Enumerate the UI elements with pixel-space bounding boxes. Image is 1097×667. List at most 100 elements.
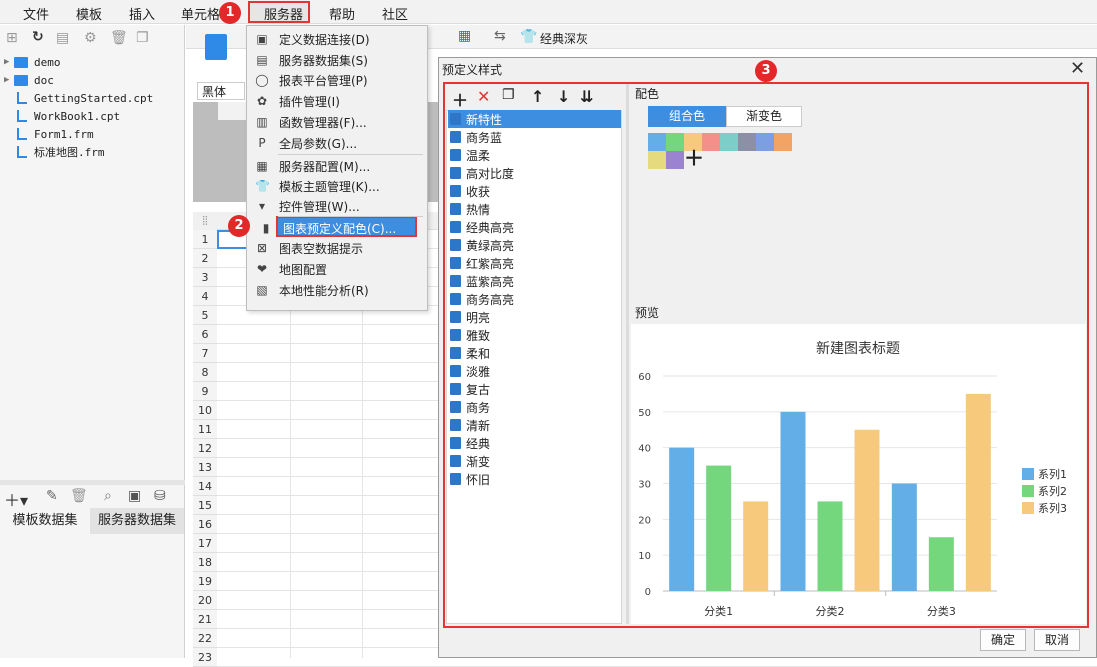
style-list-item[interactable]: 商务蓝 <box>448 128 621 146</box>
row-header[interactable]: 14 <box>193 477 217 496</box>
menu-community[interactable]: 社区 <box>382 4 408 23</box>
add-style-icon[interactable]: ＋ <box>452 87 468 111</box>
row-header[interactable]: 19 <box>193 572 217 591</box>
row-header[interactable]: 2 <box>193 249 217 268</box>
color-swatch[interactable] <box>738 133 756 151</box>
theme-label[interactable]: 经典深灰 <box>540 30 588 47</box>
splitter[interactable] <box>0 480 185 485</box>
row-header[interactable]: 5 <box>193 306 217 325</box>
server-menu-item[interactable]: ▥ 函数管理器(F)... <box>246 112 426 132</box>
copy-icon[interactable]: ❐ <box>136 30 149 46</box>
row-header[interactable]: 8 <box>193 363 217 382</box>
server-menu-item[interactable]: ⊠ 图表空数据提示 <box>246 238 426 258</box>
color-swatch[interactable] <box>648 151 666 169</box>
tree-folder[interactable]: ▶ demo <box>4 53 61 71</box>
tree-file[interactable]: WorkBook1.cpt <box>4 107 120 125</box>
pane-divider[interactable] <box>626 84 629 624</box>
row-header[interactable]: 11 <box>193 420 217 439</box>
remove-style-icon[interactable]: ✕ <box>477 87 490 106</box>
color-swatch[interactable] <box>756 133 774 151</box>
style-list-item[interactable]: 雅致 <box>448 326 621 344</box>
server-menu-item[interactable]: ▣ 定义数据连接(D) <box>246 29 426 49</box>
font-select[interactable]: 黑体 <box>197 82 245 100</box>
swap-icon[interactable]: ⇆ <box>494 28 506 44</box>
add-color-icon[interactable]: ＋ <box>684 148 704 168</box>
style-list-item[interactable]: 明亮 <box>448 308 621 326</box>
copy-style-icon[interactable]: ❐ <box>502 87 515 103</box>
row-header[interactable]: 7 <box>193 344 217 363</box>
format-icon[interactable]: ▦ <box>458 28 471 44</box>
style-list-item[interactable]: 蓝紫高亮 <box>448 272 621 290</box>
menu-insert[interactable]: 插入 <box>129 4 155 23</box>
expand-arrow-icon[interactable]: ▶ <box>4 75 14 85</box>
move-up-icon[interactable]: ↑ <box>531 87 544 106</box>
style-list-item[interactable]: 经典高亮 <box>448 218 621 236</box>
tree-folder[interactable]: ▶ doc <box>4 71 54 89</box>
menu-server[interactable]: 服务器 <box>264 4 303 23</box>
server-menu-item[interactable]: ✿ 插件管理(I) <box>246 91 426 111</box>
row-header[interactable]: 1 <box>193 230 217 249</box>
server-menu-item[interactable]: ▮ 图表预定义配色(C)... <box>250 218 430 238</box>
tree-file[interactable]: Form1.frm <box>4 125 94 143</box>
style-list-item[interactable]: 柔和 <box>448 344 621 362</box>
ok-button[interactable]: 确定 <box>980 629 1026 651</box>
close-icon[interactable]: ✕ <box>1070 58 1085 79</box>
move-down-icon[interactable]: ↓ <box>557 87 570 106</box>
color-swatch[interactable] <box>774 133 792 151</box>
trash-icon[interactable]: 🗑 <box>70 488 88 504</box>
server-menu-item[interactable]: ❤ 地图配置 <box>246 259 426 279</box>
style-list-item[interactable]: 收获 <box>448 182 621 200</box>
menu-help[interactable]: 帮助 <box>329 4 355 23</box>
server-menu-item[interactable]: P 全局参数(G)... <box>246 133 426 153</box>
color-swatch[interactable] <box>666 151 684 169</box>
menu-template[interactable]: 模板 <box>76 4 102 23</box>
color-swatch[interactable] <box>702 133 720 151</box>
row-header[interactable]: 13 <box>193 458 217 477</box>
style-list-item[interactable]: 复古 <box>448 380 621 398</box>
edit-icon[interactable]: ✎ <box>46 488 58 504</box>
tab-combo-colors[interactable]: 组合色 <box>648 106 726 127</box>
row-header[interactable]: 4 <box>193 287 217 306</box>
refresh-icon[interactable]: ↻ <box>32 29 44 45</box>
tab-template-dataset[interactable]: 模板数据集 <box>0 508 90 534</box>
corner-cell[interactable]: ⣿ <box>193 212 217 230</box>
row-header[interactable]: 3 <box>193 268 217 287</box>
server-menu-item[interactable]: 👕 模板主题管理(K)... <box>246 176 426 196</box>
color-swatch[interactable] <box>666 133 684 151</box>
style-list-item[interactable]: 清新 <box>448 416 621 434</box>
row-header[interactable]: 21 <box>193 610 217 629</box>
add-icon[interactable]: ⊞ <box>6 30 18 46</box>
server-menu-item[interactable]: ▦ 服务器配置(M)... <box>246 156 426 176</box>
style-list-item[interactable]: 商务 <box>448 398 621 416</box>
server-dataset-icon[interactable]: ▣ <box>128 488 141 504</box>
style-list-item[interactable]: 经典 <box>448 434 621 452</box>
style-list-item[interactable]: 渐变 <box>448 452 621 470</box>
tab-gradient-colors[interactable]: 渐变色 <box>726 106 802 127</box>
style-list-item[interactable]: 淡雅 <box>448 362 621 380</box>
row-header[interactable]: 17 <box>193 534 217 553</box>
style-list-item[interactable]: 温柔 <box>448 146 621 164</box>
style-list-item[interactable]: 怀旧 <box>448 470 621 488</box>
server-menu-item[interactable]: ▧ 本地性能分析(R) <box>246 280 426 300</box>
preview-data-icon[interactable]: ⌕ <box>104 488 112 504</box>
cancel-button[interactable]: 取消 <box>1034 629 1080 651</box>
color-swatch[interactable] <box>720 133 738 151</box>
style-list-item[interactable]: 商务高亮 <box>448 290 621 308</box>
style-list-item[interactable]: 高对比度 <box>448 164 621 182</box>
file-icon[interactable]: ▤ <box>56 30 69 46</box>
style-list-item[interactable]: 热情 <box>448 200 621 218</box>
row-header[interactable]: 15 <box>193 496 217 515</box>
tab-server-dataset[interactable]: 服务器数据集 <box>90 508 184 534</box>
row-header[interactable]: 12 <box>193 439 217 458</box>
row-header[interactable]: 16 <box>193 515 217 534</box>
server-menu-item[interactable]: ▾ 控件管理(W)... <box>246 196 426 216</box>
row-header[interactable]: 20 <box>193 591 217 610</box>
menu-cell[interactable]: 单元格 <box>181 4 220 23</box>
server-menu-item[interactable]: ◯ 报表平台管理(P) <box>246 70 426 90</box>
row-header[interactable]: 22 <box>193 629 217 648</box>
settings-icon[interactable]: ⚙ <box>84 30 97 46</box>
theme-icon[interactable]: 👕 <box>520 29 537 45</box>
row-header[interactable]: 9 <box>193 382 217 401</box>
menu-file[interactable]: 文件 <box>23 4 49 23</box>
server-menu-item[interactable]: ▤ 服务器数据集(S) <box>246 50 426 70</box>
